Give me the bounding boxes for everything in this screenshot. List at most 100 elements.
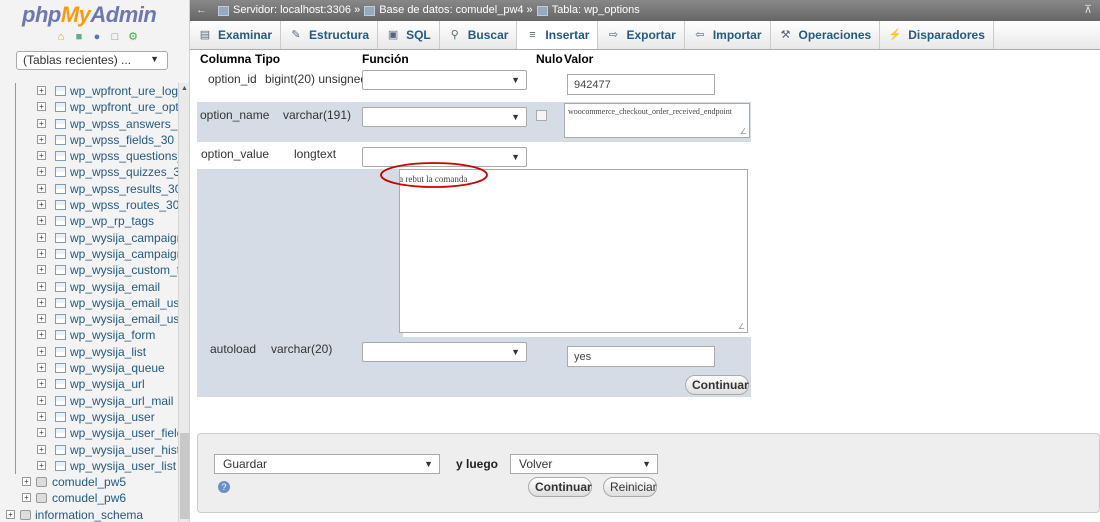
expand-icon[interactable]: + [37, 314, 46, 324]
table-name[interactable]: wp_wysija_url [70, 376, 178, 392]
expand-icon[interactable]: + [37, 379, 46, 389]
tree-table-item[interactable]: + wp_wysija_user [0, 408, 178, 426]
expand-icon[interactable]: + [37, 167, 46, 177]
table-name[interactable]: wp_wp_rp_tags [70, 213, 178, 229]
tree-table-item[interactable]: + wp_wysija_url_mail [0, 392, 178, 409]
tree-table-item[interactable]: + wp_wysija_url [0, 376, 178, 393]
tree-table-item[interactable]: + wp_wysija_user_histor [0, 441, 178, 458]
tree-table-item[interactable]: + wp_wpss_questions_3 [0, 148, 178, 165]
continue-button[interactable]: Continuar [528, 477, 592, 497]
table-name[interactable]: wp_wysija_user_histor [70, 442, 178, 458]
help-icon[interactable]: ● [91, 31, 103, 43]
help-icon[interactable]: ? [218, 481, 230, 493]
table-name[interactable]: wp_wysija_queue [70, 360, 178, 376]
recent-tables-select[interactable]: (Tablas recientes) ... ▼ [16, 51, 168, 70]
logout-icon[interactable]: ■ [73, 31, 85, 43]
table-name[interactable]: wp_wpfront_ure_optior [70, 99, 178, 115]
tree-table-item[interactable]: + wp_wysija_list [0, 343, 178, 361]
tree-table-item[interactable]: + wp_wpss_answers_30 [0, 115, 178, 132]
value-textarea-option-value[interactable]: S'ha rebut la comanda ∠ [399, 169, 748, 333]
table-name[interactable]: wp_wysija_user_list [70, 458, 178, 474]
tab-sql[interactable]: ▣ SQL [378, 21, 440, 49]
tab-disparadores[interactable]: ⚡ Disparadores [880, 21, 994, 49]
tree-table-item[interactable]: + wp_wysija_user_list [0, 457, 178, 475]
function-select[interactable]: ▼ [362, 342, 527, 362]
tree-table-item[interactable]: + wp_wysija_campaign [0, 229, 178, 246]
tree-table-item[interactable]: + wp_wpss_results_30 [0, 180, 178, 198]
table-name[interactable]: wp_wpss_answers_30 [70, 116, 178, 132]
table-name[interactable]: wp_wysija_form [70, 327, 178, 343]
table-name[interactable]: wp_wysija_email_user [70, 295, 178, 311]
table-name[interactable]: wp_wpss_quizzes_30 [70, 164, 178, 180]
tree-table-item[interactable]: + wp_wysija_email_user [0, 311, 178, 328]
database-name[interactable]: comudel_pw5 [52, 474, 126, 490]
table-name[interactable]: wp_wysija_user_field [70, 425, 178, 441]
tab-operaciones[interactable]: ⚒ Operaciones [771, 21, 881, 49]
expand-icon[interactable]: + [37, 151, 46, 161]
expand-icon[interactable]: + [6, 509, 15, 519]
expand-icon[interactable]: + [37, 134, 46, 144]
table-name[interactable]: wp_wysija_campaign [70, 230, 178, 246]
expand-icon[interactable]: + [37, 102, 46, 112]
expand-icon[interactable]: + [22, 493, 31, 503]
expand-icon[interactable]: + [37, 200, 46, 210]
tree-table-item[interactable]: + wp_wysija_form [0, 327, 178, 344]
tree-database-item[interactable]: + information_schema [0, 507, 178, 522]
table-name[interactable]: wp_wysija_user [70, 409, 178, 425]
tree-table-item[interactable]: + wp_wysija_campaign_ [0, 245, 178, 263]
expand-icon[interactable]: + [37, 363, 46, 373]
tab-importar[interactable]: ⇦ Importar [685, 21, 771, 49]
tree-database-item[interactable]: + comudel_pw6 [0, 490, 178, 506]
table-name[interactable]: wp_wysija_campaign_ [70, 246, 178, 262]
table-name[interactable]: wp_wysija_url_mail [70, 393, 178, 409]
table-name[interactable]: wp_wpss_routes_30 [70, 197, 178, 213]
expand-icon[interactable]: + [37, 444, 46, 454]
expand-icon[interactable]: + [37, 183, 46, 193]
tab-buscar[interactable]: ⚲ Buscar [440, 21, 518, 49]
expand-icon[interactable]: + [37, 411, 46, 421]
database-name[interactable]: comudel_pw6 [52, 490, 126, 506]
collapse-icon[interactable]: ⊼ [1084, 0, 1092, 21]
tree-table-item[interactable]: + wp_wysija_custom_fie [0, 262, 178, 279]
reset-button[interactable]: Reiniciar [603, 477, 657, 497]
breadcrumb-server[interactable]: Servidor: localhost:3306 » [233, 0, 360, 21]
tree-table-item[interactable]: + wp_wysija_user_field [0, 425, 178, 442]
table-name[interactable]: wp_wpss_fields_30 [70, 132, 178, 148]
docs-icon[interactable]: □ [109, 31, 121, 43]
tree-table-item[interactable]: + wp_wpfront_ure_optior [0, 99, 178, 116]
expand-icon[interactable]: + [37, 216, 46, 226]
tree-table-item[interactable]: + wp_wysija_email [0, 278, 178, 295]
save-action-select[interactable]: Guardar ▼ [214, 454, 440, 474]
value-input-autoload[interactable]: yes [567, 346, 715, 367]
tree-table-item[interactable]: + wp_wpss_quizzes_30 [0, 164, 178, 181]
table-name[interactable]: wp_wpss_questions_3 [70, 148, 178, 164]
tree-table-item[interactable]: + wp_wpfront_ure_login_ [0, 83, 178, 100]
expand-icon[interactable]: + [37, 297, 46, 307]
table-name[interactable]: wp_wysija_custom_fie [70, 262, 178, 278]
expand-icon[interactable]: + [37, 330, 46, 340]
table-name[interactable]: wp_wysija_email_user [70, 311, 178, 327]
tree-table-item[interactable]: + wp_wpss_fields_30 [0, 131, 178, 149]
expand-icon[interactable]: + [37, 232, 46, 242]
then-action-select[interactable]: Volver ▼ [510, 454, 658, 474]
expand-icon[interactable]: + [37, 460, 46, 470]
tree-table-item[interactable]: + wp_wp_rp_tags [0, 213, 178, 230]
expand-icon[interactable]: + [37, 395, 46, 405]
scroll-up-icon[interactable]: ▲ [181, 85, 188, 92]
table-name[interactable]: wp_wpfront_ure_login_ [70, 83, 178, 99]
back-arrow-icon[interactable]: ← [196, 0, 207, 21]
tree-table-item[interactable]: + wp_wysija_email_user [0, 294, 178, 312]
expand-icon[interactable]: + [37, 86, 46, 95]
phpmyadmin-logo[interactable]: phpMyAdmin [22, 2, 157, 28]
table-name[interactable]: wp_wysija_list [70, 344, 178, 360]
continue-button[interactable]: Continuar [685, 375, 749, 395]
resize-handle-icon[interactable]: ∠ [738, 322, 745, 331]
database-name[interactable]: information_schema [35, 507, 143, 522]
table-name[interactable]: wp_wysija_email [70, 279, 178, 295]
tab-estructura[interactable]: ✎ Estructura [281, 21, 379, 49]
value-input-option-id[interactable]: 942477 [567, 74, 715, 95]
expand-icon[interactable]: + [37, 346, 46, 356]
expand-icon[interactable]: + [37, 248, 46, 258]
tree-table-item[interactable]: + wp_wysija_queue [0, 360, 178, 377]
tab-examinar[interactable]: ▤ Examinar [190, 21, 282, 49]
